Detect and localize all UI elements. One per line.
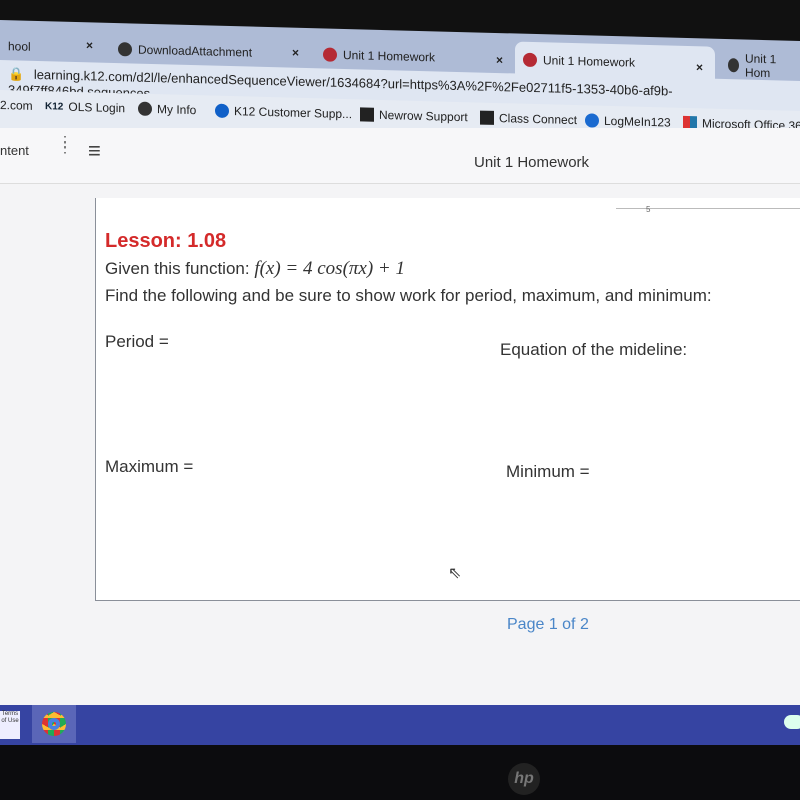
globe-icon	[728, 58, 739, 73]
class-connect-icon	[480, 110, 494, 125]
tab-label: DownloadAttachment	[138, 42, 253, 60]
terms-label: Terms of Use	[1, 711, 19, 724]
terms-of-use-button[interactable]: Terms of Use	[0, 711, 20, 739]
laptop-bezel: hp	[0, 745, 800, 800]
bookmark-label: Class Connect	[499, 111, 578, 128]
page-content: ntent ⋮ ⋮ ≡ Unit 1 Homework 5 Lesson: 1.0…	[0, 128, 800, 706]
bookmark-label: OLS Login	[68, 99, 126, 116]
more-options-icon[interactable]: ⋮ ⋮	[58, 134, 72, 154]
function-expression: f(x) = 4 cos(πx) + 1	[254, 258, 406, 279]
lock-icon: 🔒	[8, 66, 25, 82]
b-logo-icon	[523, 52, 537, 68]
viewer-header: ntent ⋮ ⋮ ≡ Unit 1 Homework	[0, 128, 800, 184]
minimum-label: Minimum =	[506, 462, 590, 481]
plus-icon	[585, 113, 599, 128]
given-line: Given this function: f(x) = 4 cos(πx) + …	[105, 258, 405, 280]
chrome-icon	[42, 712, 66, 736]
mouse-cursor-icon: ⇖	[448, 565, 462, 582]
bookmark-label: Newrow Support	[379, 107, 468, 125]
bookmark-label: 2.com	[0, 98, 33, 113]
instructions: Find the following and be sure to show w…	[105, 286, 712, 305]
bookmark-ols-login[interactable]: K12 OLS Login	[45, 99, 125, 115]
newrow-icon	[360, 107, 374, 122]
midline-label: Equation of the mideline:	[500, 340, 688, 359]
tab-label: Unit 1 Homework	[543, 53, 636, 70]
k12-icon: K12	[45, 100, 64, 113]
lesson-heading: Lesson: 1.08	[105, 230, 227, 252]
ruler: 5	[616, 205, 800, 222]
taskbar: Terms of Use	[0, 705, 800, 745]
tab-label: hool	[8, 39, 31, 54]
cloud-icon	[784, 715, 800, 729]
content-link[interactable]: ntent	[0, 143, 29, 158]
close-tab-icon[interactable]: ×	[86, 38, 93, 52]
close-tab-icon[interactable]: ×	[696, 60, 703, 74]
bookmark-newrow[interactable]: Newrow Support	[360, 107, 468, 124]
bookmark-class-connect[interactable]: Class Connect	[480, 110, 578, 128]
page-title: Unit 1 Homework	[474, 154, 590, 171]
document-page: 5 Lesson: 1.08 Given this function: f(x)…	[95, 198, 800, 601]
period-label: Period =	[105, 332, 169, 351]
hp-logo: hp	[508, 763, 540, 795]
maximum-label: Maximum =	[105, 457, 194, 476]
page-indicator: Page 1 of 2	[507, 616, 589, 633]
b-logo-icon	[323, 47, 337, 62]
bookmark-label: K12 Customer Supp...	[234, 104, 353, 122]
ruler-mark: 5	[646, 205, 651, 214]
close-tab-icon[interactable]: ×	[496, 53, 503, 67]
close-tab-icon[interactable]: ×	[292, 46, 299, 60]
menu-icon[interactable]: ≡	[88, 138, 101, 164]
bookmark-2com[interactable]: 2.com	[0, 98, 33, 113]
tab-label: Unit 1 Hom	[744, 51, 777, 81]
globe-icon	[118, 42, 132, 57]
tab-label: Unit 1 Homework	[343, 47, 436, 65]
cloud-icon	[215, 103, 229, 118]
bookmark-label: My Info	[157, 102, 197, 118]
given-text: Given this function:	[105, 259, 255, 278]
bookmark-my-info[interactable]: My Info	[138, 101, 197, 118]
bookmark-k12-support[interactable]: K12 Customer Supp...	[215, 103, 353, 122]
globe-icon	[138, 101, 152, 116]
chrome-taskbar-button[interactable]	[32, 705, 76, 743]
